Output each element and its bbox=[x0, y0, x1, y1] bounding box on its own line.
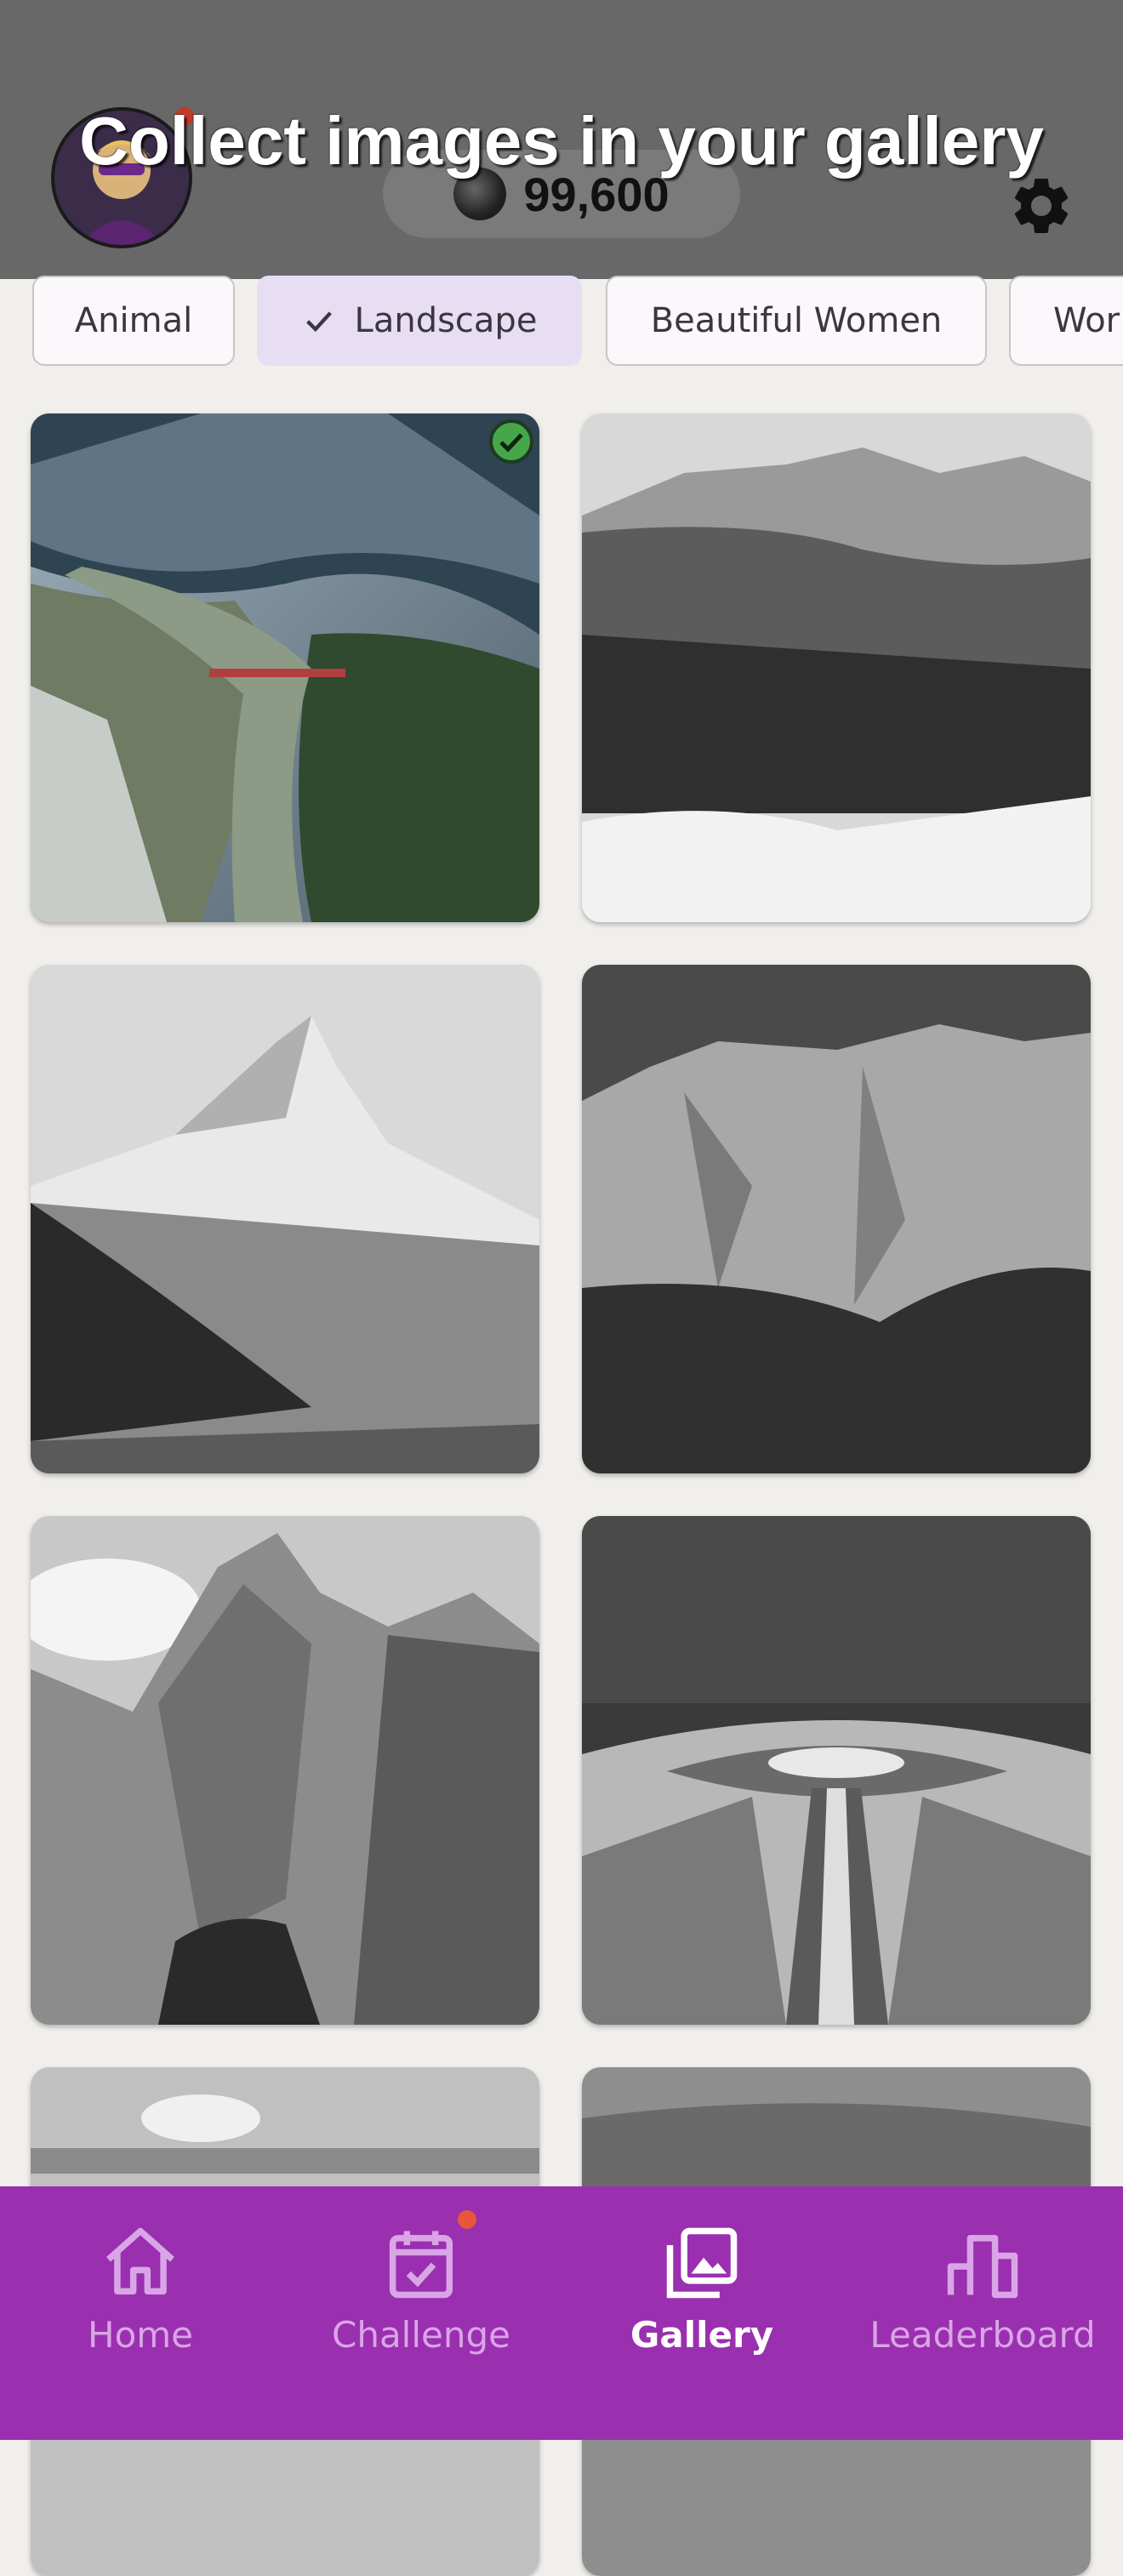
chip-partial[interactable]: Wor bbox=[1009, 276, 1123, 366]
rocky-cliff-wall-image bbox=[582, 965, 1091, 1473]
leaderboard-icon bbox=[947, 2235, 1018, 2299]
matterhorn-peak-image bbox=[31, 965, 539, 1473]
gallery-image[interactable] bbox=[582, 965, 1091, 1473]
chip-label: Animal bbox=[74, 301, 193, 340]
nav-label: Leaderboard bbox=[869, 2314, 1096, 2356]
challenge-notification-dot bbox=[458, 2210, 476, 2229]
nav-home[interactable]: Home bbox=[0, 2186, 281, 2440]
calendar-check-icon bbox=[389, 2231, 453, 2299]
jagged-mountain-valley-image bbox=[31, 1516, 539, 2025]
chip-landscape[interactable]: Landscape bbox=[257, 276, 582, 366]
gallery-image[interactable] bbox=[582, 1516, 1091, 2025]
gear-icon[interactable] bbox=[1007, 172, 1075, 240]
header-overlay: 99,600 Collect images in your gallery bbox=[0, 0, 1123, 279]
collected-check-icon bbox=[489, 419, 533, 464]
gallery-image[interactable] bbox=[31, 1516, 539, 2025]
snowy-mountain-forest-image bbox=[582, 413, 1091, 922]
gallery-image[interactable] bbox=[31, 965, 539, 1473]
formal-garden-path-image bbox=[582, 1516, 1091, 2025]
nav-leaderboard[interactable]: Leaderboard bbox=[842, 2186, 1123, 2440]
nav-label: Home bbox=[87, 2314, 194, 2356]
chip-label: Landscape bbox=[354, 301, 538, 340]
chip-label: Beautiful Women bbox=[650, 301, 943, 340]
home-icon bbox=[106, 2227, 174, 2295]
gallery-image[interactable] bbox=[31, 413, 539, 922]
nav-label: Challenge bbox=[332, 2314, 510, 2356]
gallery-icon bbox=[666, 2227, 738, 2299]
check-icon bbox=[305, 311, 332, 333]
nav-label: Gallery bbox=[630, 2314, 774, 2356]
bottom-navigation: Home Challenge Gallery Leaderboard bbox=[0, 2186, 1123, 2440]
category-chips: Animal Landscape Beautiful Women Wor bbox=[0, 276, 1123, 369]
nav-challenge[interactable]: Challenge bbox=[281, 2186, 562, 2440]
chip-animal[interactable]: Animal bbox=[32, 276, 235, 366]
gallery-image[interactable] bbox=[582, 413, 1091, 922]
page-title: Collect images in your gallery bbox=[79, 103, 1044, 179]
chip-label: Wor bbox=[1053, 301, 1120, 340]
river-valley-image bbox=[31, 413, 539, 922]
nav-gallery[interactable]: Gallery bbox=[562, 2186, 842, 2440]
chip-beautiful-women[interactable]: Beautiful Women bbox=[606, 276, 987, 366]
